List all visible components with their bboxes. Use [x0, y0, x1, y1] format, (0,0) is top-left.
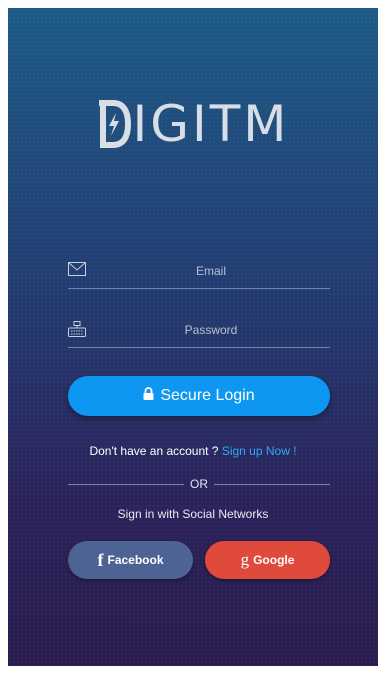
password-field[interactable]: [68, 315, 330, 348]
secure-login-button[interactable]: Secure Login: [68, 376, 330, 416]
signup-prompt-text: Don't have an account ?: [89, 444, 219, 458]
password-input[interactable]: [92, 319, 330, 341]
envelope-icon: [68, 262, 86, 278]
social-caption: Sign in with Social Networks: [117, 507, 269, 521]
email-field[interactable]: [68, 256, 330, 289]
logo-text: IGITM: [132, 95, 290, 153]
google-button[interactable]: g Google: [205, 541, 330, 579]
or-divider: OR: [68, 476, 330, 492]
facebook-button[interactable]: f Facebook: [68, 541, 193, 579]
or-label: OR: [190, 477, 208, 491]
login-screen: IGITM Secure: [8, 8, 378, 666]
google-label: Google: [253, 553, 295, 567]
divider-line-left: [68, 483, 184, 485]
bolt-d-icon: [97, 99, 131, 149]
lock-icon: [143, 387, 154, 405]
signup-prompt: Don't have an account ? Sign up Now !: [8, 444, 378, 458]
keyboard-icon: [68, 321, 86, 337]
facebook-label: Facebook: [107, 553, 164, 567]
app-logo: IGITM: [8, 92, 378, 156]
secure-login-label: Secure Login: [160, 387, 255, 404]
facebook-icon: f: [97, 549, 104, 570]
google-icon: g: [240, 549, 250, 569]
sign-up-link[interactable]: Sign up Now !: [222, 444, 297, 458]
email-input[interactable]: [92, 260, 330, 282]
divider-line-right: [214, 483, 330, 485]
